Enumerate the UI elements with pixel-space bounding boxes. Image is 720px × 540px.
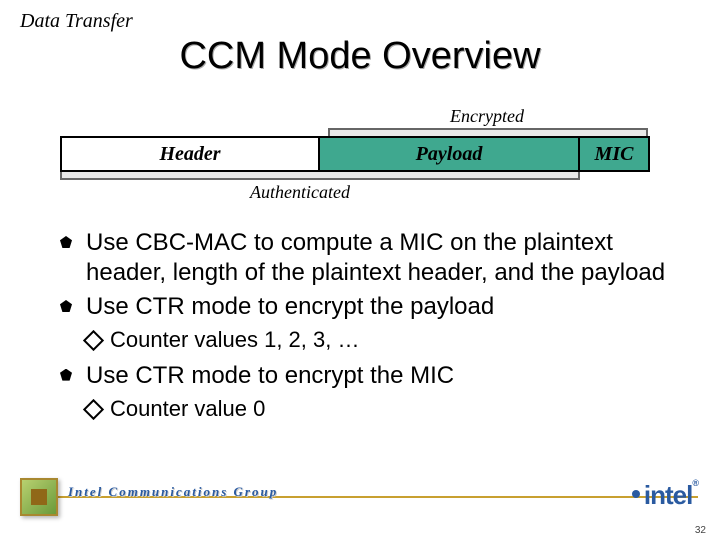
bullet-list: Use CBC-MAC to compute a MIC on the plai…	[20, 228, 700, 423]
section-label: Data Transfer	[20, 10, 700, 33]
logo-registered-icon: ®	[692, 478, 698, 488]
bullet-3: Use CTR mode to encrypt the MIC	[60, 361, 670, 391]
logo-text: intel	[644, 480, 692, 510]
intel-logo: intel®	[644, 480, 698, 511]
authenticated-label: Authenticated	[250, 182, 350, 203]
bullet-1: Use CBC-MAC to compute a MIC on the plai…	[60, 228, 670, 288]
bullet-2-sub: Counter values 1, 2, 3, …	[60, 326, 670, 355]
packet-row: Header Payload MIC	[60, 136, 650, 172]
slide-number: 32	[695, 525, 706, 536]
slide-title: CCM Mode Overview	[20, 35, 700, 78]
chip-icon	[20, 478, 58, 516]
mic-cell: MIC	[580, 136, 650, 172]
slide: Data Transfer CCM Mode Overview Encrypte…	[0, 0, 720, 540]
authenticated-bracket	[60, 172, 580, 180]
bullet-2: Use CTR mode to encrypt the payload	[60, 292, 670, 322]
encrypted-label: Encrypted	[450, 106, 524, 127]
payload-cell: Payload	[320, 136, 580, 172]
bullet-3-sub: Counter value 0	[60, 395, 670, 424]
logo-dot-icon	[632, 490, 640, 498]
footer: Intel Communications Group intel®	[0, 478, 720, 522]
header-cell: Header	[60, 136, 320, 172]
packet-diagram: Encrypted Header Payload MIC Authenticat…	[50, 106, 670, 206]
footer-group-label: Intel Communications Group	[68, 484, 278, 500]
encrypted-bracket	[328, 128, 648, 136]
